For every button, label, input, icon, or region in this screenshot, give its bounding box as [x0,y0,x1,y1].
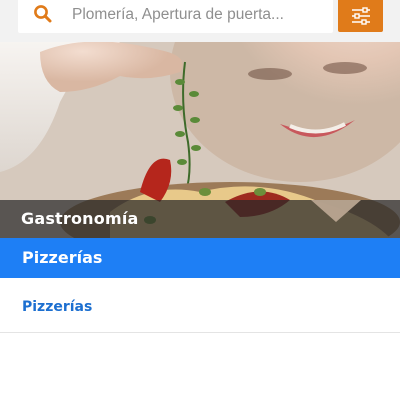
list-item-label: Pizzerías [22,299,93,315]
filter-button[interactable] [338,0,383,32]
category-hero-image[interactable]: Gastronomía [0,42,400,238]
hero-caption: Gastronomía [21,209,139,228]
search-icon[interactable] [33,4,53,24]
category-title: Pizzerías [22,248,103,267]
top-bar [0,0,400,42]
sliders-icon [351,7,370,25]
search-box[interactable] [18,0,333,33]
category-header[interactable]: Pizzerías [0,238,400,278]
search-input[interactable] [70,0,328,30]
dropdown-caret-icon [311,200,361,222]
list-item[interactable]: Pizzerías [0,278,400,333]
